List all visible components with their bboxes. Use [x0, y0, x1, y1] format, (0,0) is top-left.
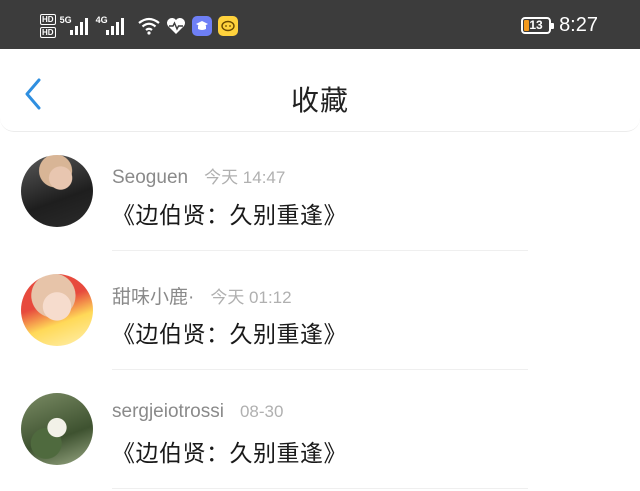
signal-bars-icon [69, 18, 88, 35]
status-right-group: 13 8:27 [521, 13, 598, 37]
list-item[interactable]: 甜味小鹿· 今天 01:12 《边伯贤：久别重逢》 [0, 251, 640, 370]
nav-header: 收藏 [0, 49, 640, 132]
item-title[interactable]: 《边伯贤：久别重逢》 [112, 434, 347, 468]
hd-badge-bottom: HD [40, 27, 56, 38]
divider [112, 488, 528, 489]
item-title[interactable]: 《边伯贤：久别重逢》 [112, 315, 347, 349]
item-meta: sergjeiotrossi 08-30 [112, 401, 283, 423]
item-title[interactable]: 《边伯贤：久别重逢》 [112, 196, 347, 230]
wifi-icon [137, 17, 160, 35]
hd-indicators: HD HD [40, 14, 56, 38]
avatar[interactable] [21, 155, 93, 227]
list-item[interactable]: Seoguen 今天 14:47 《边伯贤：久别重逢》 [0, 132, 640, 251]
status-left-group: HD HD 5G 4G [40, 13, 238, 39]
app-chat-icon [217, 16, 238, 36]
status-bar: HD HD 5G 4G 13 8:27 [0, 0, 640, 49]
list-item[interactable]: sergjeiotrossi 08-30 《边伯贤：久别重逢》 [0, 370, 640, 489]
post-time: 今天 01:12 [210, 288, 292, 307]
post-time: 08-30 [239, 402, 284, 421]
favorites-list: Seoguen 今天 14:47 《边伯贤：久别重逢》 甜味小鹿· 今天 01:… [0, 132, 640, 489]
status-time: 8:27 [559, 13, 598, 36]
item-meta: 甜味小鹿· 今天 01:12 [112, 282, 292, 309]
avatar[interactable] [21, 274, 93, 346]
user-name[interactable]: Seoguen [112, 167, 188, 189]
post-time: 今天 14:47 [204, 168, 286, 187]
item-meta: Seoguen 今天 14:47 [112, 163, 285, 189]
user-name[interactable]: sergjeiotrossi [112, 401, 224, 423]
signal-4g: 4G [96, 15, 130, 37]
signal-5g: 5G [60, 15, 94, 37]
health-heart-icon [166, 17, 186, 35]
app-hat-icon [191, 16, 212, 36]
battery-level: 13 [529, 17, 543, 32]
page-title: 收藏 [290, 85, 349, 116]
battery-icon: 13 [521, 16, 555, 34]
signal-bars-icon [105, 18, 124, 35]
avatar[interactable] [21, 393, 93, 465]
hd-badge-top: HD [40, 14, 56, 25]
user-name[interactable]: 甜味小鹿· [112, 282, 194, 309]
